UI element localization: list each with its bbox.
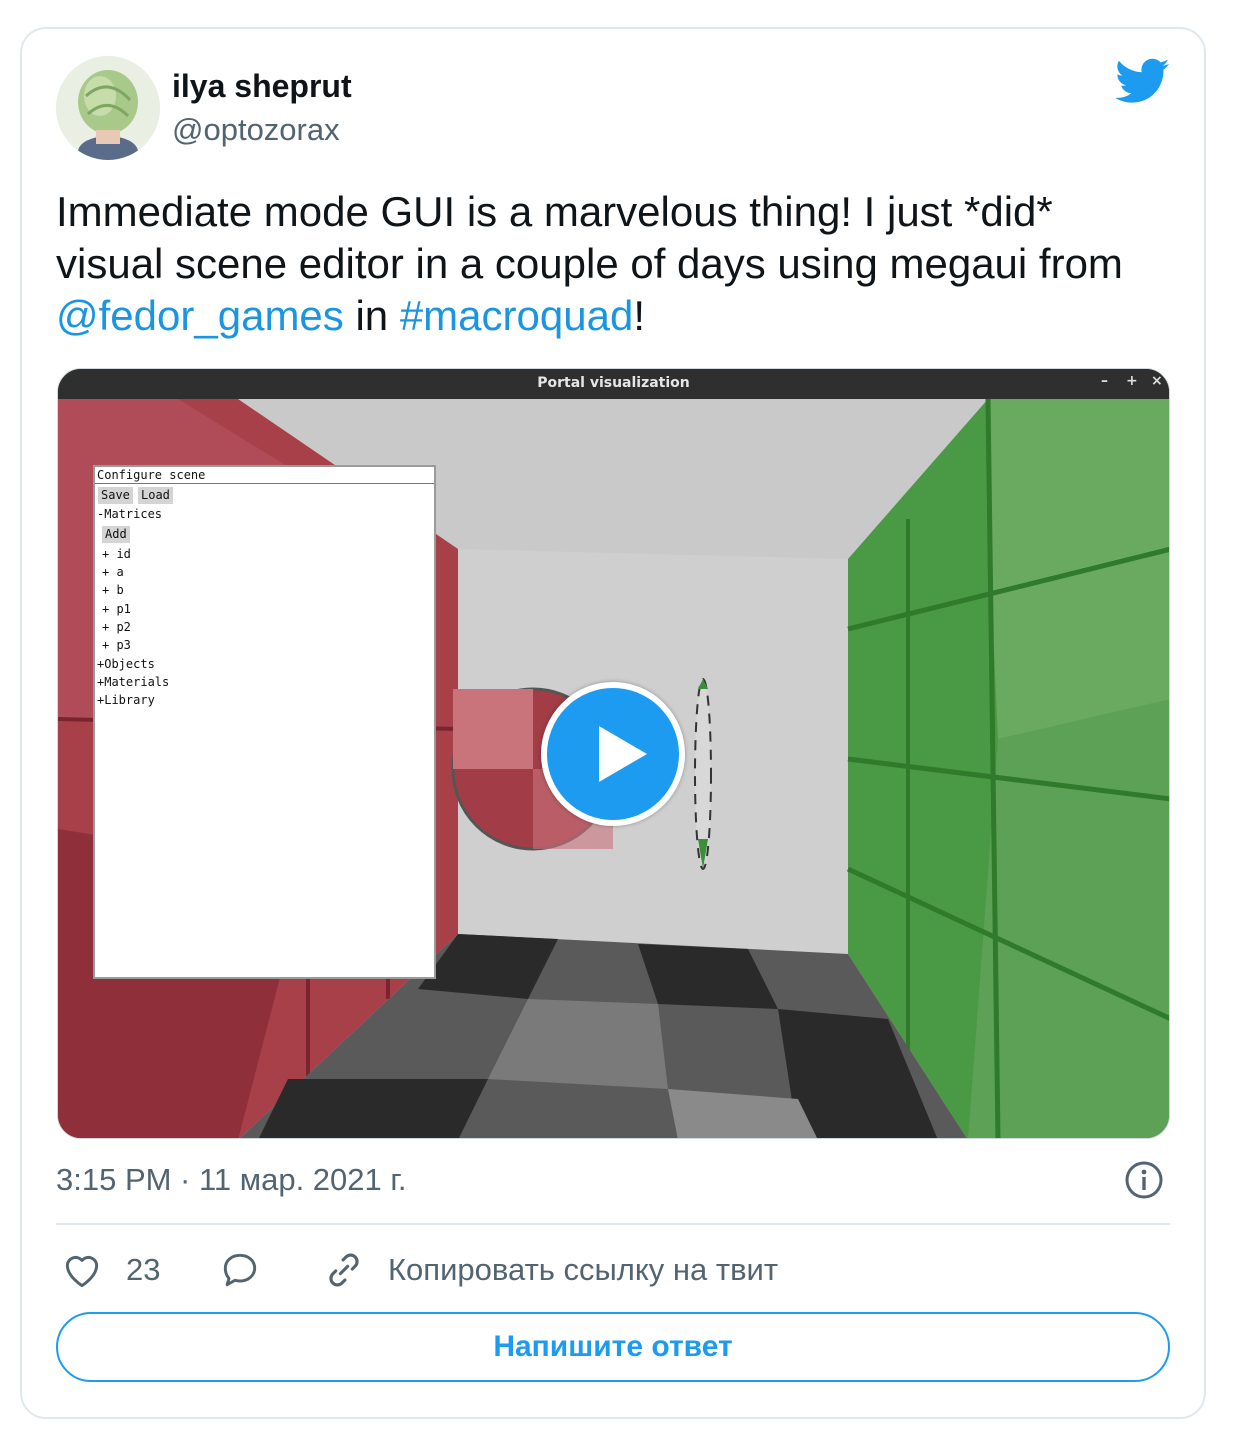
maximize-icon: + <box>1126 373 1138 389</box>
matrices-section[interactable]: -Matrices <box>97 506 162 522</box>
tweet-text: Immediate mode GUI is a marvelous thing!… <box>56 186 1176 342</box>
minimize-icon: – <box>1101 373 1108 389</box>
configure-scene-panel[interactable]: Configure scene Save Load -Matrices Add … <box>93 465 436 979</box>
tweet-actions: 23 Копировать ссылку на твит <box>56 1246 1170 1296</box>
divider <box>56 1223 1170 1225</box>
video-player[interactable]: Portal visualization – + × Configure sce… <box>57 368 1170 1139</box>
heart-icon[interactable] <box>60 1248 104 1292</box>
tweet-timestamp[interactable]: 3:15 PM · 11 мар. 2021 г. <box>56 1162 407 1198</box>
tweet-text-line: Immediate mode GUI is a marvelous thing!… <box>56 188 1053 235</box>
matrix-item-p2[interactable]: + p2 <box>102 619 131 635</box>
library-section[interactable]: +Library <box>97 692 155 708</box>
cabbage-avatar-icon[interactable] <box>56 56 160 160</box>
add-matrix-button[interactable]: Add <box>102 526 130 543</box>
twitter-bird-icon[interactable] <box>1115 58 1170 104</box>
matrix-item-a[interactable]: + a <box>102 564 124 580</box>
load-button[interactable]: Load <box>138 487 173 504</box>
author-handle[interactable]: @optozorax <box>172 112 340 148</box>
copy-link-button[interactable]: Копировать ссылку на твит <box>388 1252 778 1288</box>
play-icon[interactable] <box>541 682 685 826</box>
tweet-text-line: visual scene editor in a couple of days … <box>56 240 1123 287</box>
matrix-item-p3[interactable]: + p3 <box>102 637 131 653</box>
window-title: Portal visualization <box>537 375 690 391</box>
mention-link[interactable]: @fedor_games <box>56 292 344 339</box>
tweet-text-fragment: ! <box>633 292 645 339</box>
close-icon: × <box>1151 373 1163 389</box>
reply-button[interactable]: Напишите ответ <box>56 1312 1170 1382</box>
matrix-item-p1[interactable]: + p1 <box>102 601 131 617</box>
matrix-item-b[interactable]: + b <box>102 582 124 598</box>
author-name[interactable]: ilya sheprut <box>172 68 352 105</box>
save-button[interactable]: Save <box>98 487 133 504</box>
matrix-item-id[interactable]: + id <box>102 546 131 562</box>
materials-section[interactable]: +Materials <box>97 674 169 690</box>
comment-icon[interactable] <box>218 1248 262 1292</box>
tweet-text-fragment: in <box>343 292 400 339</box>
link-icon[interactable] <box>322 1248 366 1292</box>
hashtag-link[interactable]: #macroquad <box>400 292 633 339</box>
panel-title: Configure scene <box>95 467 434 484</box>
window-titlebar: Portal visualization – + × <box>58 369 1169 399</box>
objects-section[interactable]: +Objects <box>97 656 155 672</box>
like-count: 23 <box>126 1252 161 1287</box>
play-triangle <box>599 726 647 782</box>
info-icon[interactable] <box>1124 1160 1164 1200</box>
tweet-text-line: @fedor_games in #macroquad! <box>56 290 1176 342</box>
